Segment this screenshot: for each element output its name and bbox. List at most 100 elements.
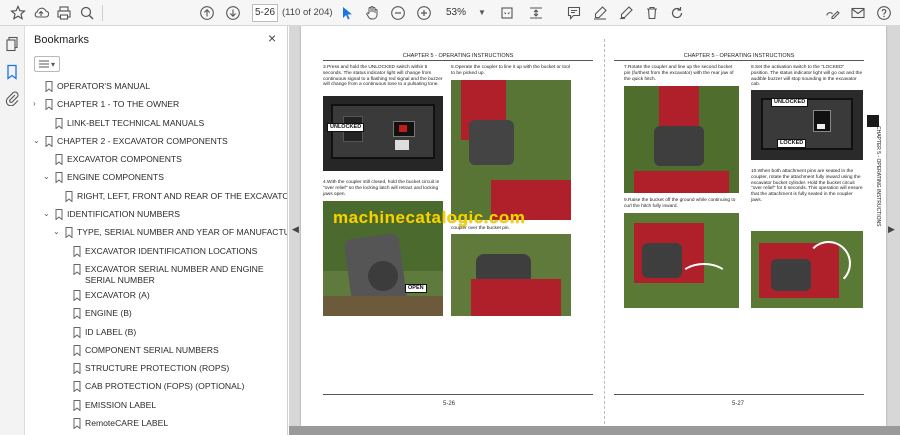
bookmark-item[interactable]: RIGHT, LEFT, FRONT AND REAR OF THE EXCAV… <box>25 188 287 206</box>
chevron-down-icon: ▾ <box>50 59 55 69</box>
chevron-down-icon[interactable]: ⌄ <box>43 173 51 181</box>
left-header-rule <box>323 60 593 61</box>
bookmark-item[interactable]: RemoteCARE LABEL <box>25 415 277 433</box>
bookmark-label: EXCAVATOR COMPONENTS <box>67 154 182 165</box>
chevron-right-icon[interactable]: › <box>33 100 41 108</box>
chevron-down-icon[interactable]: ⌄ <box>43 210 51 218</box>
prev-page-arrow-icon[interactable]: ◀ <box>292 224 299 235</box>
bookmarks-title: Bookmarks <box>34 34 90 46</box>
fit-page-icon[interactable] <box>497 3 517 23</box>
unlocked-label: UNLOCKED <box>327 123 365 132</box>
right-footer-rule <box>614 394 864 395</box>
bookmarks-panel: Bookmarks × ▾ OPERATOR'S MANUAL › CHAPTER … <box>25 26 288 435</box>
chevron-down-icon[interactable]: ⌄ <box>53 228 61 236</box>
search-zoom-icon[interactable] <box>77 3 97 23</box>
sign-icon[interactable] <box>616 3 636 23</box>
bookmark-ribbon-icon <box>73 326 81 338</box>
bookmark-ribbon-icon <box>73 263 81 275</box>
attachments-icon[interactable] <box>4 90 20 107</box>
pages-icon[interactable] <box>4 36 20 52</box>
bookmark-item[interactable]: EXCAVATOR (A) <box>25 287 277 305</box>
bookmark-label: COMPONENT SERIAL NUMBERS <box>85 344 219 355</box>
bookmark-ribbon-icon <box>73 399 81 411</box>
bookmark-ribbon-icon <box>65 227 73 239</box>
bookmark-label: EMISSION LABEL <box>85 399 157 410</box>
bookmark-star-icon[interactable] <box>8 3 28 23</box>
bookmark-label: CHAPTER 1 - TO THE OWNER <box>57 99 180 110</box>
bookmark-label: STRUCTURE PROTECTION (ROPS) <box>85 363 230 374</box>
comment-icon[interactable] <box>564 3 584 23</box>
edit-pdf-icon[interactable] <box>822 3 842 23</box>
bookmark-ribbon-icon <box>55 209 63 221</box>
right-step-10: 10.When both attachment pins are seated … <box>751 169 863 203</box>
bookmark-item[interactable]: EXCAVATOR SERIAL NUMBER AND ENGINE SERIA… <box>25 261 277 287</box>
bookmark-item[interactable]: CAB PROTECTION (FOPS) (OPTIONAL) <box>25 378 277 396</box>
zoom-out-icon[interactable] <box>388 3 408 23</box>
bookmark-label: OPERATOR'S MANUAL <box>57 81 151 91</box>
bookmark-item[interactable]: ⌄ CHAPTER 2 - EXCAVATOR COMPONENTS <box>25 133 277 151</box>
bookmark-ribbon-icon <box>73 381 81 393</box>
bookmark-label: ENGINE COMPONENTS <box>67 172 164 183</box>
left-step-3: 3.Press and hold the UNLOCKED switch wit… <box>323 65 443 88</box>
right-step-9: 9.Raise the bucket off the ground while … <box>624 198 736 209</box>
next-page-edge <box>289 426 900 435</box>
hand-icon[interactable] <box>362 3 382 23</box>
bookmark-list: OPERATOR'S MANUAL › CHAPTER 1 - TO THE OWN… <box>25 78 287 433</box>
bookmark-label: ENGINE (B) <box>85 308 132 319</box>
bookmark-ribbon-icon <box>73 308 81 320</box>
bookmark-item[interactable]: EXCAVATOR IDENTIFICATION LOCATIONS <box>25 243 277 261</box>
next-page-arrow-icon[interactable]: ▶ <box>888 224 895 235</box>
delete-icon[interactable] <box>642 3 662 23</box>
bookmark-ribbon-icon <box>73 245 81 257</box>
bookmark-item[interactable]: EXCAVATOR COMPONENTS <box>25 151 277 169</box>
bookmark-ribbon-icon <box>73 363 81 375</box>
page-down-icon[interactable] <box>223 3 243 23</box>
side-rail <box>0 26 25 435</box>
bookmark-item[interactable]: STRUCTURE PROTECTION (ROPS) <box>25 360 277 378</box>
bookmark-label: RIGHT, LEFT, FRONT AND REAR OF THE EXCAV… <box>77 190 288 201</box>
photo-raise-bucket <box>624 213 739 308</box>
bookmark-item[interactable]: ENGINE (B) <box>25 305 277 323</box>
right-step-7: 7.Rotate the coupler and line up the sec… <box>624 65 734 82</box>
left-step-5: 5.Operate the coupler to line it up with… <box>451 65 570 76</box>
bookmark-label: EXCAVATOR SERIAL NUMBER AND ENGINE SERIA… <box>85 263 264 285</box>
zoom-dropdown-icon[interactable]: ▼ <box>478 8 486 17</box>
bookmark-item[interactable]: COMPONENT SERIAL NUMBERS <box>25 342 277 360</box>
bookmark-item[interactable]: LINK-BELT TECHNICAL MANUALS <box>25 115 277 133</box>
bookmarks-icon[interactable] <box>4 64 20 80</box>
photo-attachment-seated <box>751 231 863 308</box>
toolbar-separator <box>102 5 103 21</box>
help-icon[interactable] <box>874 3 894 23</box>
chevron-down-icon[interactable]: ⌄ <box>33 136 41 145</box>
bookmark-label: CHAPTER 2 - EXCAVATOR COMPONENTS <box>57 135 228 146</box>
rotate-icon[interactable] <box>667 3 687 23</box>
upload-cloud-icon[interactable] <box>31 3 51 23</box>
highlight-icon[interactable] <box>590 3 610 23</box>
page-up-icon[interactable] <box>197 3 217 23</box>
left-page-number: 5-26 <box>443 401 456 407</box>
select-arrow-icon[interactable] <box>337 3 357 23</box>
bookmark-item[interactable]: EMISSION LABEL <box>25 397 277 415</box>
bookmark-item[interactable]: › CHAPTER 1 - TO THE OWNER <box>25 96 277 114</box>
bookmark-item[interactable]: ID LABEL (B) <box>25 324 277 342</box>
right-step-8: 8.Set the activation switch to the "LOCK… <box>751 65 863 88</box>
bookmark-label: IDENTIFICATION NUMBERS <box>67 209 180 220</box>
bookmark-label: ID LABEL (B) <box>85 326 137 337</box>
page-number-input[interactable]: 5-26 <box>252 4 278 22</box>
bookmark-ribbon-icon <box>73 289 81 301</box>
document-view[interactable]: ◀ CHAPTER 5 - OPERATING INSTRUCTIONS 3.P… <box>289 26 900 435</box>
bookmark-options-button[interactable]: ▾ <box>34 56 60 72</box>
scroll-mode-icon[interactable] <box>526 3 546 23</box>
left-figure-caption-1: · <box>323 173 324 177</box>
close-icon[interactable]: × <box>268 30 276 46</box>
zoom-in-icon[interactable] <box>414 3 434 23</box>
left-step-4: 4.With the coupler still closed, hold th… <box>323 180 440 197</box>
locked-label: LOCKED <box>777 139 807 148</box>
bookmark-item[interactable]: ⌄ IDENTIFICATION NUMBERS <box>25 206 277 224</box>
print-icon[interactable] <box>54 3 74 23</box>
bookmark-item[interactable]: OPERATOR'S MANUAL <box>25 78 277 96</box>
bookmark-item[interactable]: ⌄ ENGINE COMPONENTS <box>25 169 277 187</box>
bookmark-item[interactable]: ⌄ TYPE, SERIAL NUMBER AND YEAR OF MANUFAC… <box>25 224 287 242</box>
mail-icon[interactable] <box>848 3 868 23</box>
bookmark-label: EXCAVATOR (A) <box>85 289 150 300</box>
